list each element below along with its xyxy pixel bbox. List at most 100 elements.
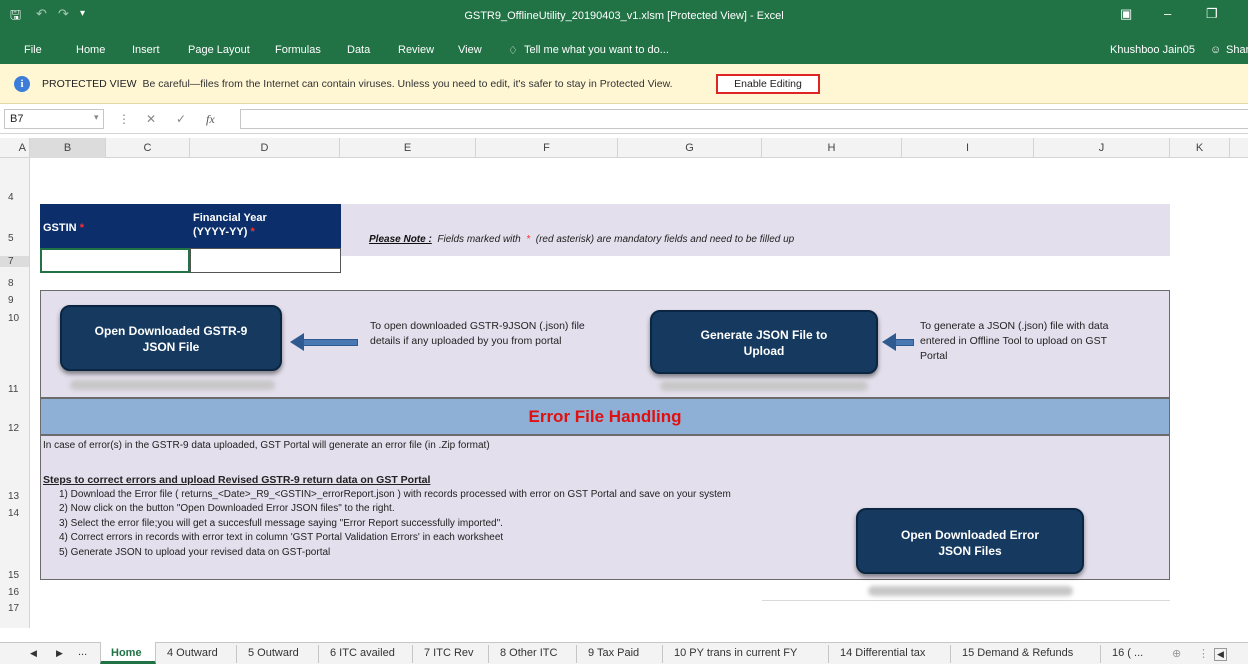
share-icon[interactable]: ☺ — [1210, 44, 1221, 56]
share-button[interactable]: Shar — [1226, 44, 1248, 56]
button-shadow — [660, 381, 868, 391]
row-header[interactable]: 8 — [0, 278, 28, 289]
sheet-tab-home-label[interactable]: Home — [111, 647, 142, 659]
gstin-input-cell[interactable] — [40, 248, 190, 273]
sheet-tab[interactable]: 14 Differential tax — [840, 647, 925, 659]
mandatory-note: Please Note : Fields marked with * (red … — [341, 204, 1170, 256]
more-sheets-left[interactable]: ... — [78, 646, 87, 658]
sheet-tab[interactable]: 8 Other ITC — [500, 647, 557, 659]
col-header-a[interactable]: A — [0, 138, 30, 158]
tab-home[interactable]: Home — [76, 44, 105, 56]
open-json-description: To open downloaded GSTR-9JSON (.json) fi… — [370, 319, 585, 349]
insert-function-icon[interactable]: fx — [206, 112, 215, 127]
minimize-icon[interactable]: – — [1164, 6, 1171, 21]
gstin-label: GSTIN — [43, 222, 77, 234]
required-asterisk: * — [526, 234, 531, 245]
name-box[interactable]: B7 — [4, 109, 104, 129]
new-sheet-icon[interactable]: ⊕ — [1172, 647, 1181, 660]
protected-view-message: PROTECTED VIEW Be careful—files from the … — [42, 78, 673, 90]
col-header-d[interactable]: D — [190, 138, 340, 158]
col-header-b[interactable]: B — [30, 138, 106, 158]
generate-desc-line: entered in Offline Tool to upload on GST — [920, 335, 1107, 347]
step-2: 2) Now click on the button "Open Downloa… — [59, 503, 395, 514]
enable-editing-button[interactable]: Enable Editing — [716, 74, 820, 94]
row-header[interactable]: 5 — [0, 233, 28, 244]
tab-insert[interactable]: Insert — [132, 44, 160, 56]
row-headers: 4 5 7 8 9 10 11 12 13 14 15 16 17 — [0, 158, 30, 628]
row-header[interactable]: 9 — [0, 295, 28, 306]
button-shadow — [868, 586, 1073, 596]
scroll-left-icon[interactable]: ◀ — [1214, 648, 1227, 661]
tell-me-box[interactable]: Tell me what you want to do... — [524, 44, 669, 56]
tab-file[interactable]: File — [24, 44, 42, 56]
tab-separator — [950, 645, 951, 663]
col-header-k[interactable]: K — [1170, 138, 1230, 158]
gstin-header: GSTIN * — [40, 204, 190, 248]
row-header[interactable]: 15 — [0, 570, 28, 581]
sheet-tab[interactable]: 7 ITC Rev — [424, 647, 474, 659]
sheet-tab[interactable]: 4 Outward — [167, 647, 218, 659]
step-5: 5) Generate JSON to upload your revised … — [59, 547, 331, 558]
restore-icon[interactable]: ❐ — [1206, 6, 1218, 22]
open-json-label-1: Open Downloaded GSTR-9 — [94, 324, 248, 338]
tab-separator — [662, 645, 663, 663]
col-header-j[interactable]: J — [1034, 138, 1170, 158]
financial-year-input-cell[interactable] — [190, 248, 341, 273]
sheet-tab[interactable]: 6 ITC availed — [330, 647, 395, 659]
open-error-label-1: Open Downloaded Error — [900, 528, 1039, 542]
tab-separator — [576, 645, 577, 663]
more-sheets-right[interactable]: 16 ( ... — [1112, 647, 1143, 659]
row-header[interactable]: 11 — [0, 384, 28, 395]
col-header-h[interactable]: H — [762, 138, 902, 158]
formula-input[interactable] — [240, 109, 1248, 129]
row-header[interactable]: 16 — [0, 587, 28, 598]
ribbon-display-icon[interactable]: ▣ — [1120, 6, 1132, 22]
open-error-label-2: JSON Files — [938, 544, 1002, 558]
row-header[interactable]: 4 — [0, 192, 28, 203]
sheet-tabs-bar: ◀ ▶ ... Home 4 Outward 5 Outward 6 ITC a… — [0, 642, 1248, 664]
open-downloaded-json-button[interactable]: Open Downloaded GSTR-9 JSON File — [60, 305, 282, 371]
scroll-separator-icon: ⋮ — [1198, 648, 1209, 660]
step-4: 4) Correct errors in records with error … — [59, 532, 504, 543]
steps-heading: Steps to correct errors and upload Revis… — [43, 474, 431, 486]
window-title: GSTR9_OfflineUtility_20190403_v1.xlsm [P… — [464, 10, 784, 22]
col-header-e[interactable]: E — [340, 138, 476, 158]
cancel-icon[interactable]: ✕ — [146, 112, 156, 126]
note-text-1: Fields marked with — [437, 234, 521, 245]
tab-data[interactable]: Data — [347, 44, 370, 56]
name-box-dropdown-icon[interactable]: ▾ — [94, 112, 99, 123]
tab-review[interactable]: Review — [398, 44, 434, 56]
title-bar: 🖫 ↶ ↷ ▾ GSTR9_OfflineUtility_20190403_v1… — [0, 0, 1248, 32]
row-header[interactable]: 10 — [0, 313, 28, 324]
col-header-c[interactable]: C — [106, 138, 190, 158]
financial-year-header: Financial Year (YYYY-YY) * — [190, 204, 341, 248]
formula-bar: B7 ▾ ⋮ ✕ ✓ fx — [0, 104, 1248, 134]
enter-icon[interactable]: ✓ — [176, 112, 186, 126]
open-error-json-button[interactable]: Open Downloaded Error JSON Files — [856, 508, 1084, 574]
open-json-desc-line: To open downloaded GSTR-9JSON (.json) fi… — [370, 320, 585, 332]
sheet-tab[interactable]: 15 Demand & Refunds — [962, 647, 1073, 659]
col-header-i[interactable]: I — [902, 138, 1034, 158]
generate-label-2: Upload — [743, 344, 785, 358]
tab-separator — [318, 645, 319, 663]
row-header[interactable]: 13 — [0, 491, 28, 502]
generate-json-button[interactable]: Generate JSON File to Upload — [650, 310, 878, 374]
next-sheet-icon[interactable]: ▶ — [56, 648, 63, 659]
row-header[interactable]: 17 — [0, 603, 28, 614]
error-file-handling-title: Error File Handling — [40, 398, 1170, 435]
open-json-desc-line: details if any uploaded by you from port… — [370, 335, 562, 347]
tab-formulas[interactable]: Formulas — [275, 44, 321, 56]
row-header[interactable]: 12 — [0, 423, 28, 434]
sheet-tab[interactable]: 5 Outward — [248, 647, 299, 659]
row-header[interactable]: 14 — [0, 508, 28, 519]
prev-sheet-icon[interactable]: ◀ — [30, 648, 37, 659]
tab-view[interactable]: View — [458, 44, 482, 56]
col-header-f[interactable]: F — [476, 138, 618, 158]
sheet-tab[interactable]: 9 Tax Paid — [588, 647, 639, 659]
col-header-g[interactable]: G — [618, 138, 762, 158]
tab-page-layout[interactable]: Page Layout — [188, 44, 250, 56]
user-name[interactable]: Khushboo Jain05 — [1110, 44, 1195, 56]
step-3: 3) Select the error file;you will get a … — [59, 518, 503, 529]
sheet-tab[interactable]: 10 PY trans in current FY — [674, 647, 797, 659]
row-header[interactable]: 7 — [0, 256, 29, 267]
